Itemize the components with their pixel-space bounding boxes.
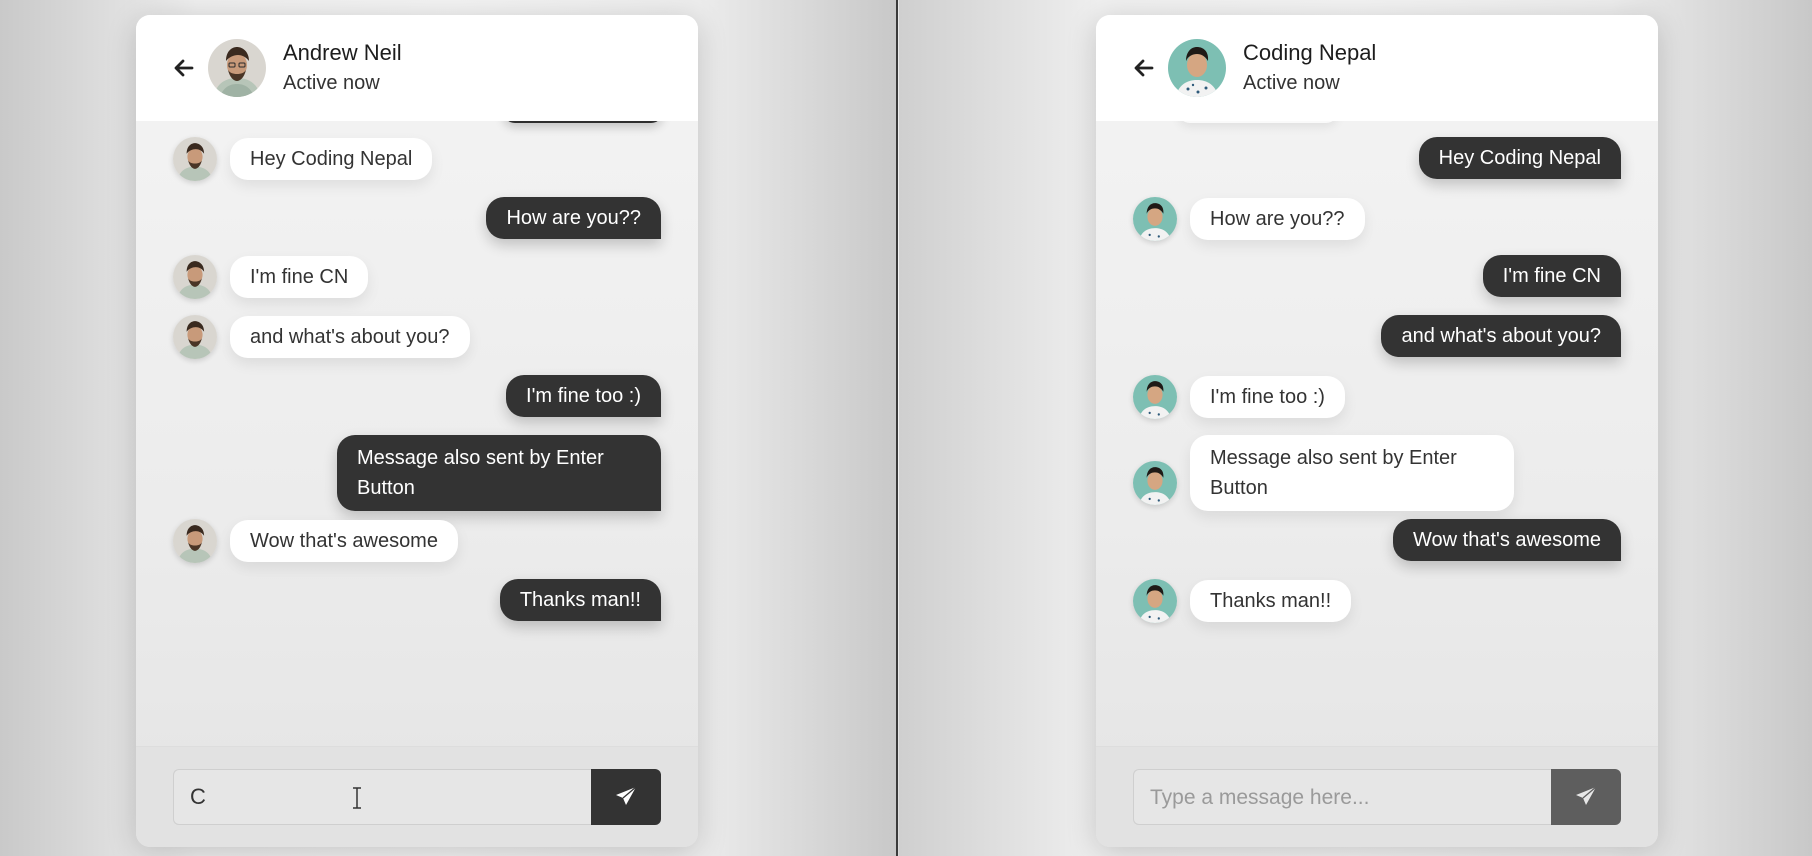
send-button[interactable]: [591, 769, 661, 825]
chat-window-andrew: Andrew Neil Active now Hey Coding Nepal …: [136, 15, 698, 847]
message-incoming: Wow that's awesome: [173, 519, 661, 563]
sender-avatar: [173, 137, 217, 181]
message-text: and what's about you?: [230, 316, 470, 358]
message-input[interactable]: [1133, 769, 1551, 825]
message-outgoing: How are you??: [173, 197, 661, 239]
message-incoming: Thanks man!!: [1133, 579, 1621, 623]
message-outgoing: and what's about you?: [1133, 315, 1621, 357]
typing-area: [136, 746, 698, 847]
message-outgoing: I'm fine CN: [1133, 255, 1621, 297]
message-text: I'm fine CN: [1482, 255, 1621, 297]
chat-window-coding-nepal: Coding Nepal Active now Hey Coding Nepal…: [1096, 15, 1658, 847]
message-incoming: and what's about you?: [173, 315, 661, 359]
message-text: and what's about you?: [1381, 315, 1621, 357]
message-text: Thanks man!!: [1190, 580, 1352, 622]
sender-avatar: [173, 315, 217, 359]
sender-avatar: [1133, 461, 1177, 505]
message-bubble-partial: [1178, 121, 1338, 123]
message-text: I'm fine too :): [1190, 376, 1345, 418]
send-button[interactable]: [1551, 769, 1621, 825]
contact-name: Andrew Neil: [283, 40, 402, 65]
message-text: Hey Coding Nepal: [230, 138, 433, 180]
message-text: Message also sent by Enter Button: [337, 435, 661, 511]
sender-avatar: [173, 255, 217, 299]
chat-header: Coding Nepal Active now: [1096, 15, 1658, 121]
chat-header: Andrew Neil Active now: [136, 15, 698, 121]
text-cursor-icon: [353, 787, 361, 809]
message-text: I'm fine CN: [230, 256, 369, 298]
chat-box[interactable]: Hey Coding Nepal How are you?? I'm fine …: [1096, 121, 1658, 761]
contact-avatar: [1168, 39, 1226, 97]
typing-area: [1096, 746, 1658, 847]
message-incoming: Hey Coding Nepal: [173, 137, 661, 181]
message-incoming: Message also sent by Enter Button: [1133, 435, 1621, 511]
contact-info: Coding Nepal Active now: [1243, 38, 1376, 98]
contact-info: Andrew Neil Active now: [283, 38, 402, 98]
message-text: Wow that's awesome: [230, 520, 458, 562]
message-outgoing: Thanks man!!: [173, 579, 661, 621]
message-outgoing: Wow that's awesome: [1133, 519, 1621, 561]
sender-avatar: [1133, 197, 1177, 241]
message-incoming: I'm fine too :): [1133, 375, 1621, 419]
screen-divider: [896, 0, 898, 856]
message-incoming: How are you??: [1133, 197, 1621, 241]
message-text: Thanks man!!: [499, 579, 661, 621]
chat-box[interactable]: Hey Coding Nepal How are you?? I'm fine …: [136, 121, 698, 761]
message-outgoing: I'm fine too :): [173, 375, 661, 417]
contact-status: Active now: [1243, 72, 1340, 94]
contact-avatar: [208, 39, 266, 97]
contact-name: Coding Nepal: [1243, 40, 1377, 65]
message-bubble-partial: [503, 121, 663, 123]
back-arrow-icon[interactable]: [170, 54, 198, 82]
contact-status: Active now: [283, 72, 380, 94]
sender-avatar: [1133, 579, 1177, 623]
paper-plane-icon: [616, 786, 637, 805]
message-text: How are you??: [1190, 198, 1365, 240]
message-text: Wow that's awesome: [1393, 519, 1621, 561]
message-text: Message also sent by Enter Button: [1190, 435, 1514, 511]
sender-avatar: [1133, 375, 1177, 419]
paper-plane-icon: [1576, 786, 1597, 805]
message-input[interactable]: [173, 769, 591, 825]
message-text: Hey Coding Nepal: [1418, 137, 1621, 179]
message-text: I'm fine too :): [506, 375, 661, 417]
sender-avatar: [173, 519, 217, 563]
message-outgoing: Hey Coding Nepal: [1133, 137, 1621, 179]
back-arrow-icon[interactable]: [1130, 54, 1158, 82]
message-incoming: I'm fine CN: [173, 255, 661, 299]
message-text: How are you??: [486, 197, 661, 239]
message-outgoing: Message also sent by Enter Button: [173, 435, 661, 511]
